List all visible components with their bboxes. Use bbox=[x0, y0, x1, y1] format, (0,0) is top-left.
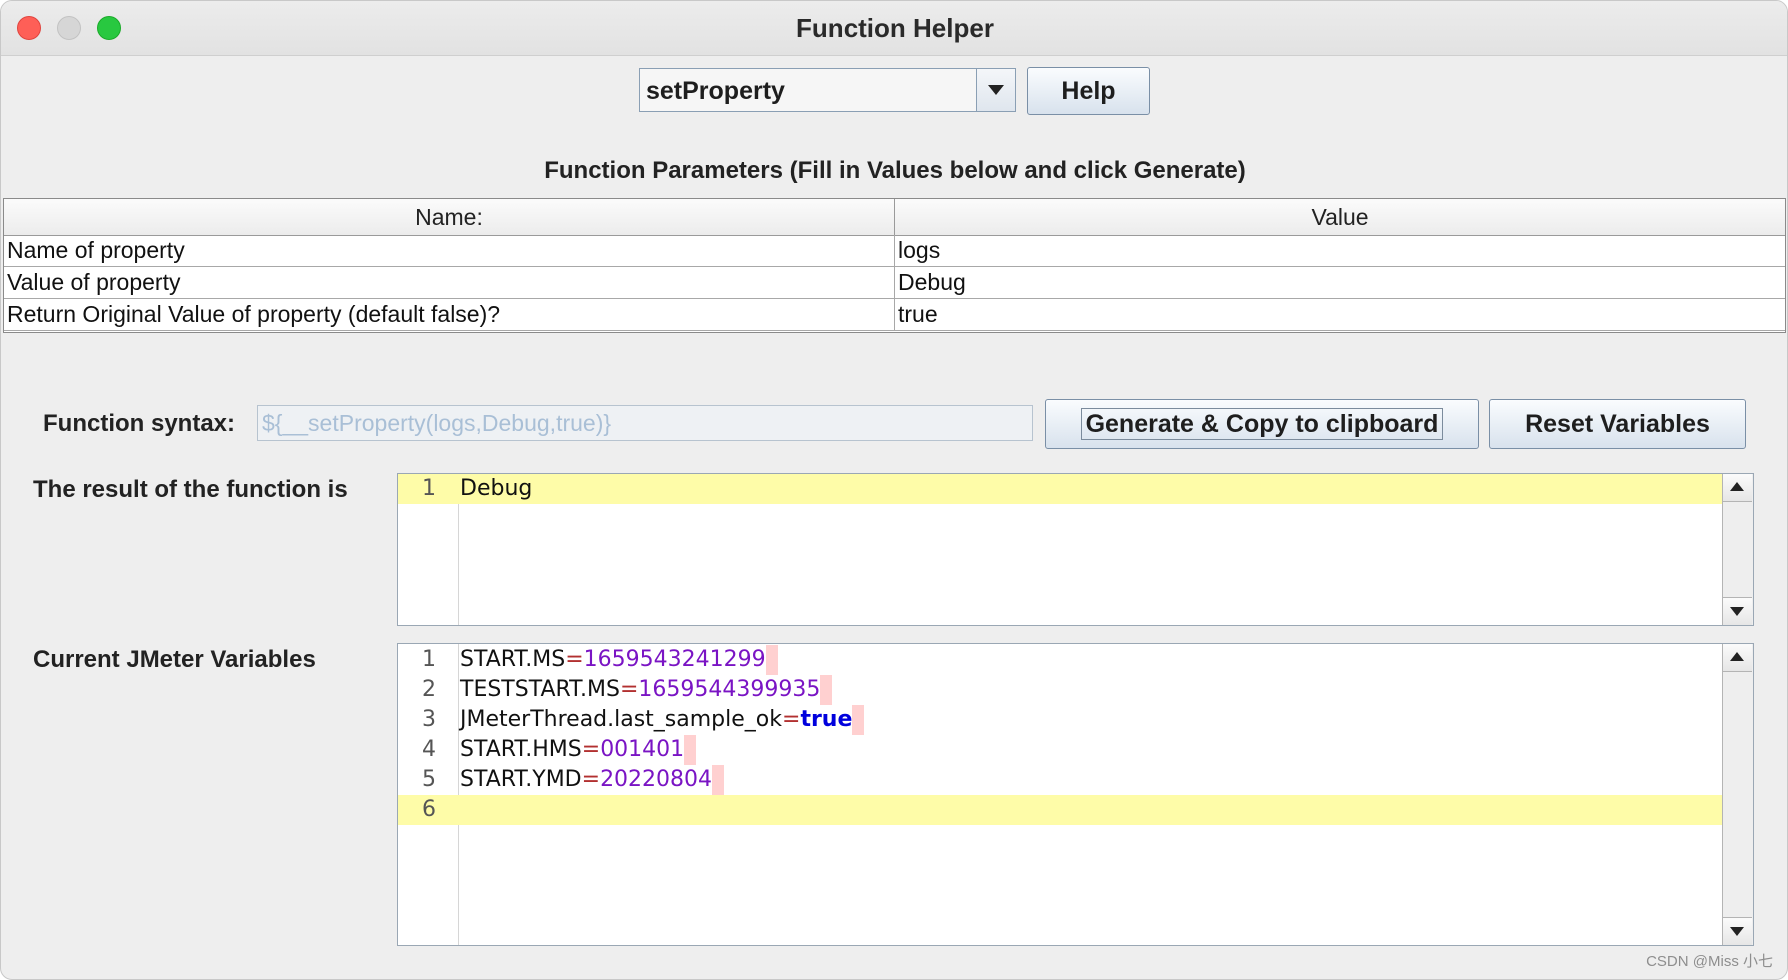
variables-editor[interactable]: 1 START.MS=1659543241299 2 TESTSTART.MS=… bbox=[397, 643, 1754, 946]
parameters-table: Name: Value Name of property logs Value … bbox=[3, 198, 1786, 333]
code-line: 2 TESTSTART.MS=1659544399935 bbox=[398, 675, 1723, 705]
variables-scrollbar[interactable] bbox=[1722, 644, 1753, 945]
title-bar: Function Helper bbox=[1, 1, 1787, 56]
line-end-marker bbox=[765, 645, 778, 675]
line-number: 2 bbox=[422, 677, 436, 702]
var-equals: = bbox=[581, 737, 601, 762]
code-text: TESTSTART.MS=1659544399935 bbox=[460, 675, 833, 705]
code-line: 4 START.HMS=001401 bbox=[398, 735, 1723, 765]
arrow-up-icon[interactable] bbox=[1723, 474, 1752, 502]
column-header-name[interactable]: Name: bbox=[4, 199, 895, 235]
arrow-down-icon[interactable] bbox=[1723, 597, 1752, 625]
var-equals: = bbox=[565, 647, 584, 672]
var-equals: = bbox=[619, 677, 639, 702]
var-value: 20220804 bbox=[600, 767, 713, 792]
line-end-marker bbox=[852, 705, 865, 735]
param-name-cell[interactable]: Value of property bbox=[4, 267, 895, 298]
param-value-cell[interactable]: true bbox=[895, 299, 1785, 330]
arrow-down-icon[interactable] bbox=[1723, 917, 1752, 945]
code-text: START.YMD=20220804 bbox=[460, 765, 725, 795]
code-line: 5 START.YMD=20220804 bbox=[398, 765, 1723, 795]
code-text: START.MS=1659543241299 bbox=[460, 645, 778, 675]
column-header-value[interactable]: Value bbox=[895, 199, 1785, 235]
generate-copy-button[interactable]: Generate & Copy to clipboard bbox=[1045, 399, 1479, 449]
line-number: 1 bbox=[422, 476, 436, 501]
function-select-value: setProperty bbox=[646, 77, 785, 105]
line-number: 4 bbox=[422, 737, 436, 762]
table-row[interactable]: Name of property logs bbox=[4, 235, 1785, 267]
line-end-marker bbox=[820, 675, 833, 705]
var-equals: = bbox=[581, 767, 601, 792]
code-line: 1 START.MS=1659543241299 bbox=[398, 645, 1723, 675]
result-editor[interactable]: 1 Debug bbox=[397, 473, 1754, 626]
line-end-marker bbox=[712, 765, 725, 795]
param-value-cell[interactable]: logs bbox=[895, 235, 1785, 266]
var-key: START.MS bbox=[460, 647, 566, 672]
code-text: START.HMS=001401 bbox=[460, 735, 697, 765]
function-helper-window: Function Helper setProperty Help Functio… bbox=[0, 0, 1788, 980]
param-value-cell[interactable]: Debug bbox=[895, 267, 1785, 298]
line-number: 1 bbox=[422, 647, 436, 672]
parameters-heading: Function Parameters (Fill in Values belo… bbox=[544, 157, 1246, 184]
result-scrollbar[interactable] bbox=[1722, 474, 1753, 625]
variables-label: Current JMeter Variables bbox=[33, 646, 316, 673]
chevron-down-icon[interactable] bbox=[976, 69, 1015, 111]
generate-copy-button-label: Generate & Copy to clipboard bbox=[1080, 408, 1444, 440]
line-number: 3 bbox=[422, 707, 436, 732]
code-text: JMeterThread.last_sample_ok=true bbox=[460, 705, 865, 735]
var-value: 001401 bbox=[600, 737, 685, 762]
param-name-cell[interactable]: Name of property bbox=[4, 235, 895, 266]
line-end-marker bbox=[684, 735, 697, 765]
function-syntax-field[interactable]: ${__setProperty(logs,Debug,true)} bbox=[257, 405, 1033, 441]
var-equals: = bbox=[782, 707, 801, 732]
var-key: START.HMS bbox=[460, 737, 582, 762]
line-number: 5 bbox=[422, 767, 436, 792]
table-header: Name: Value bbox=[4, 199, 1785, 236]
var-value: 1659544399935 bbox=[638, 677, 821, 702]
reset-variables-button[interactable]: Reset Variables bbox=[1489, 399, 1746, 449]
table-row[interactable]: Value of property Debug bbox=[4, 267, 1785, 299]
var-key: START.YMD bbox=[460, 767, 582, 792]
help-button[interactable]: Help bbox=[1027, 67, 1150, 115]
var-key: JMeterThread.last_sample_ok bbox=[460, 707, 782, 732]
table-row[interactable]: Return Original Value of property (defau… bbox=[4, 299, 1785, 331]
code-line: 1 Debug bbox=[398, 474, 1723, 504]
arrow-up-icon[interactable] bbox=[1723, 644, 1752, 672]
var-key: TESTSTART.MS bbox=[460, 677, 620, 702]
code-line: 6 bbox=[398, 795, 1723, 825]
var-value: true bbox=[800, 707, 853, 732]
function-select[interactable]: setProperty bbox=[639, 68, 1016, 112]
result-label: The result of the function is bbox=[33, 476, 348, 503]
window-title: Function Helper bbox=[796, 13, 994, 43]
line-number: 6 bbox=[422, 797, 436, 822]
watermark: CSDN @Miss 小七 bbox=[1646, 953, 1773, 970]
var-value: 1659543241299 bbox=[583, 647, 766, 672]
code-text: Debug bbox=[460, 476, 533, 501]
function-syntax-label: Function syntax: bbox=[43, 410, 236, 437]
param-name-cell[interactable]: Return Original Value of property (defau… bbox=[4, 299, 895, 330]
code-line: 3 JMeterThread.last_sample_ok=true bbox=[398, 705, 1723, 735]
